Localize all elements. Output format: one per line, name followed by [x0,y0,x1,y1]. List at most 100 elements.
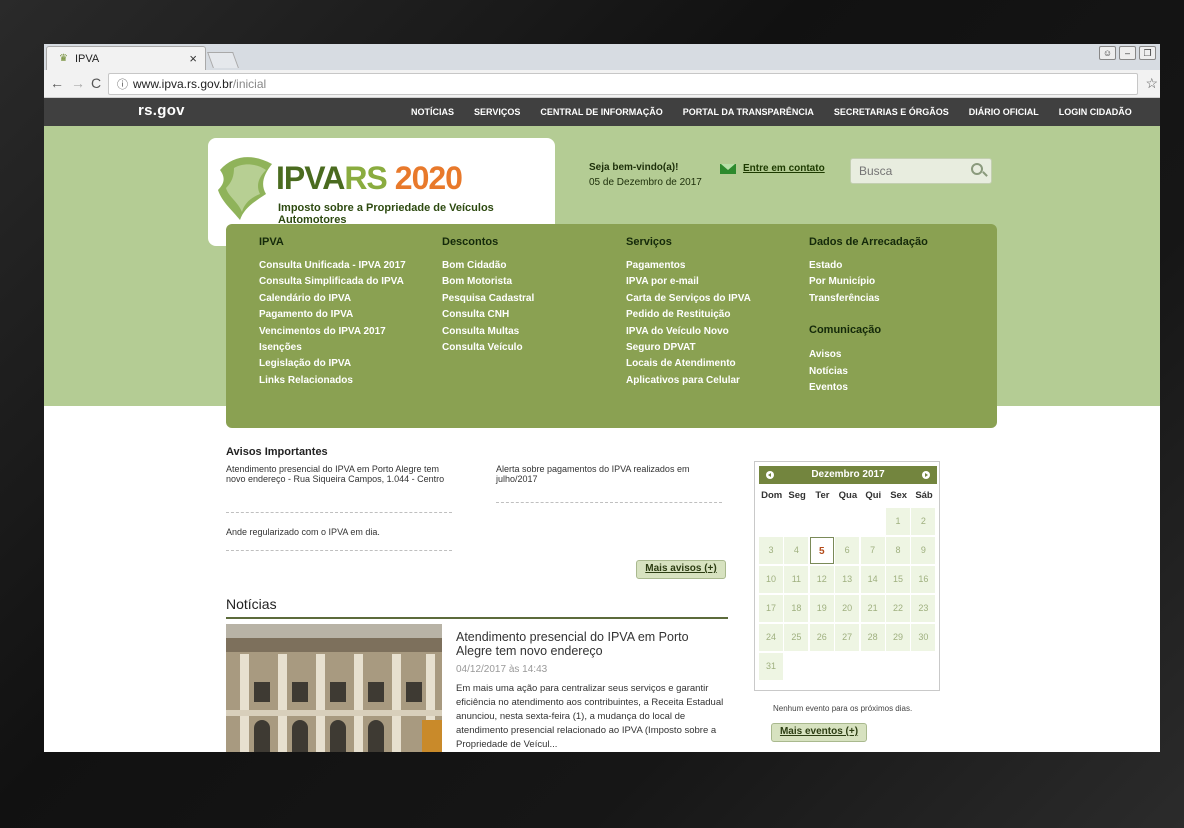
calendar-day[interactable]: 9 [911,537,936,564]
menu-item[interactable]: Pedido de Restituição [626,307,751,323]
calendar-day[interactable]: 25 [784,624,809,651]
menu-item[interactable]: Calendário do IPVA [259,291,406,307]
calendar-day[interactable]: 27 [835,624,860,651]
menu-item[interactable]: Carta de Serviços do IPVA [626,291,751,307]
calendar-day[interactable]: 4 [784,537,809,564]
calendar-day[interactable]: 20 [835,595,860,622]
back-icon[interactable]: ← [50,75,64,91]
user-icon[interactable]: ☺ [1099,46,1116,60]
calendar-day[interactable]: 18 [784,595,809,622]
calendar-day[interactable]: 14 [860,566,885,593]
contact-link[interactable]: Entre em contato [720,163,825,174]
calendar-day-today[interactable]: 5 [809,537,834,564]
calendar-day[interactable]: 3 [759,537,783,564]
calendar-day[interactable]: 10 [759,566,783,593]
menu-item[interactable]: Isenções [259,340,406,356]
menu-item[interactable]: Locais de Atendimento [626,356,751,372]
calendar-day[interactable]: 6 [835,537,860,564]
aviso-item[interactable]: Alerta sobre pagamentos do IPVA realizad… [496,464,722,484]
news-photo[interactable] [226,624,442,752]
calendar-day[interactable]: 7 [860,537,885,564]
calendar-day[interactable]: 19 [809,595,834,622]
url-input[interactable]: ⓘ www.ipva.rs.gov.br/inicial [108,73,1138,95]
topnav-portal-transparencia[interactable]: PORTAL DA TRANSPARÊNCIA [683,107,814,117]
more-avisos-button[interactable]: Mais avisos (+) [636,560,726,579]
menu-item[interactable]: Consulta Simplificada do IPVA [259,274,406,290]
menu-item[interactable]: Consulta Veículo [442,340,534,356]
main-menu: IPVA Consulta Unificada - IPVA 2017 Cons… [226,224,997,428]
aviso-item[interactable]: Atendimento presencial do IPVA em Porto … [226,464,458,484]
calendar-day[interactable]: 24 [759,624,783,651]
menu-heading-comunicacao: Comunicação [809,324,882,337]
forward-icon[interactable]: → [71,75,85,91]
calendar-day[interactable]: 28 [860,624,885,651]
calendar-day[interactable]: 31 [759,653,783,680]
news-headline[interactable]: Atendimento presencial do IPVA em Porto … [456,630,718,658]
menu-item[interactable]: Bom Cidadão [442,258,534,274]
menu-item[interactable]: Bom Motorista [442,274,534,290]
reload-icon[interactable]: C [91,75,101,91]
calendar-day[interactable]: 26 [809,624,834,651]
rs-map-leaf-icon [218,157,272,220]
menu-item[interactable]: Avisos [809,347,928,363]
menu-item[interactable]: Aplicativos para Celular [626,373,751,389]
menu-item[interactable]: Transferências [809,291,928,307]
calendar-day[interactable]: 12 [809,566,834,593]
menu-item[interactable]: Legislação do IPVA [259,356,406,372]
search-input[interactable] [851,159,961,183]
maximize-icon[interactable]: ❐ [1139,46,1156,60]
calendar-month: Dezembro 2017 [811,469,885,480]
topnav-login-cidadao[interactable]: LOGIN CIDADÃO [1059,107,1132,117]
info-icon[interactable]: ⓘ [117,79,128,91]
no-events-text: Nenhum evento para os próximos dias. [773,704,913,713]
aviso-item[interactable]: Ande regularizado com o IPVA em dia. [226,527,458,537]
site-topbar: rs.gov NOTÍCIAS SERVIÇOS CENTRAL DE INFO… [44,98,1160,126]
topnav-secretarias-orgaos[interactable]: SECRETARIAS E ÓRGÃOS [834,107,949,117]
calendar-day[interactable]: 15 [886,566,910,593]
menu-item[interactable]: Pagamentos [626,258,751,274]
rs-gov-brand[interactable]: rs.gov [138,102,185,119]
next-month-icon[interactable] [922,471,930,479]
calendar-day[interactable]: 8 [886,537,910,564]
menu-item[interactable]: Consulta CNH [442,307,534,323]
menu-item[interactable]: Estado [809,258,928,274]
calendar-day[interactable]: 23 [911,595,936,622]
calendar-day[interactable]: 1 [886,508,910,535]
menu-item[interactable]: Notícias [809,364,928,380]
menu-item[interactable]: Links Relacionados [259,373,406,389]
calendar-day[interactable]: 30 [911,624,936,651]
menu-item[interactable]: Pesquisa Cadastral [442,291,534,307]
new-tab-button[interactable] [207,52,239,68]
menu-item[interactable]: Seguro DPVAT [626,340,751,356]
menu-item[interactable]: Consulta Unificada - IPVA 2017 [259,258,406,274]
menu-item[interactable]: Vencimentos do IPVA 2017 [259,324,406,340]
calendar-day[interactable]: 21 [860,595,885,622]
events-calendar: Dezembro 2017 Dom Seg Ter Qua Qui Sex Sá… [754,461,940,691]
calendar-day[interactable]: 29 [886,624,910,651]
weekday-label: Seg [788,490,806,501]
more-events-button[interactable]: Mais eventos (+) [771,723,867,742]
browser-tab[interactable]: ♛ IPVA × [46,46,206,70]
calendar-day[interactable]: 2 [911,508,936,535]
menu-item[interactable]: Eventos [809,380,928,396]
top-navigation: NOTÍCIAS SERVIÇOS CENTRAL DE INFORMAÇÃO … [411,98,1152,126]
menu-item[interactable]: Por Município [809,274,928,290]
topnav-noticias[interactable]: NOTÍCIAS [411,107,454,117]
prev-month-icon[interactable] [766,471,774,479]
calendar-day[interactable]: 13 [835,566,860,593]
topnav-diario-oficial[interactable]: DIÁRIO OFICIAL [969,107,1039,117]
menu-item[interactable]: Consulta Multas [442,324,534,340]
calendar-day[interactable]: 16 [911,566,936,593]
calendar-day[interactable]: 22 [886,595,910,622]
menu-item[interactable]: IPVA do Veículo Novo [626,324,751,340]
minimize-icon[interactable]: – [1119,46,1136,60]
calendar-day[interactable]: 17 [759,595,783,622]
topnav-servicos[interactable]: SERVIÇOS [474,107,520,117]
calendar-day[interactable]: 11 [784,566,809,593]
menu-item[interactable]: Pagamento do IPVA [259,307,406,323]
menu-item[interactable]: IPVA por e-mail [626,274,751,290]
topnav-central-informacao[interactable]: CENTRAL DE INFORMAÇÃO [540,107,662,117]
tab-close-icon[interactable]: × [189,51,197,66]
bookmark-star-icon[interactable]: ☆ [1145,75,1158,92]
search-icon[interactable] [971,163,983,175]
